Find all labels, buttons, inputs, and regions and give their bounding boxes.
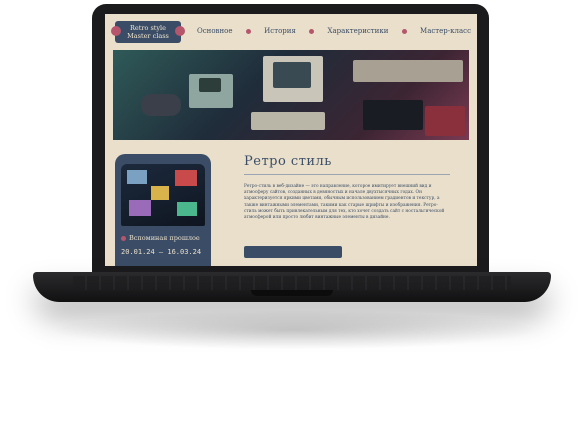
tv-screen-image <box>175 170 197 186</box>
laptop-screen: Retro style Master class Основное Истори… <box>105 14 477 266</box>
laptop-shadow <box>50 310 540 350</box>
tv-screen-image <box>151 186 169 200</box>
logo-dot-right <box>175 26 185 36</box>
synth-keyboard-image <box>353 60 463 82</box>
handheld-screen <box>199 78 221 92</box>
tv-screen-image <box>127 170 147 184</box>
hero-image <box>113 50 469 140</box>
card-label-row: Вспоминая прошлое <box>121 234 200 242</box>
logo-subtitle: Master class <box>127 32 169 40</box>
article-body: Ретро-стиль в веб-дизайне — это направле… <box>244 184 445 221</box>
card-dates: 20.01.24 — 16.03.24 <box>121 248 202 256</box>
event-card[interactable]: Вспоминая прошлое 20.01.24 — 16.03.24 <box>115 154 211 266</box>
laptop-notch <box>251 290 333 296</box>
article-title: Ретро стиль <box>244 154 332 169</box>
tv-screen-image <box>177 202 197 216</box>
nav-item-master-class[interactable]: Мастер-класс <box>420 27 471 35</box>
nav-item-istoriya[interactable]: История <box>264 27 296 35</box>
gamepad-image <box>141 94 181 116</box>
main-nav: Основное История Характеристики Мастер-к… <box>197 27 471 35</box>
title-divider <box>244 174 450 175</box>
nav-separator-dot <box>401 28 407 34</box>
retro-monitor-screen <box>273 62 311 88</box>
radio-device-image <box>363 100 423 130</box>
laptop-mockup: Retro style Master class Основное Истори… <box>0 0 587 430</box>
laptop-keyboard <box>73 276 511 290</box>
card-label: Вспоминая прошлое <box>129 234 200 242</box>
article-button[interactable] <box>244 246 342 258</box>
nav-separator-dot <box>309 28 315 34</box>
red-device-image <box>425 106 465 136</box>
site-header: Retro style Master class Основное Истори… <box>105 14 477 48</box>
card-image <box>121 164 205 226</box>
nav-item-osnovnoe[interactable]: Основное <box>197 27 233 35</box>
nav-separator-dot <box>245 28 251 34</box>
site-logo[interactable]: Retro style Master class <box>111 21 185 43</box>
logo-title: Retro style <box>130 24 166 32</box>
tv-screen-image <box>129 200 151 216</box>
nav-item-harakteristiki[interactable]: Характеристики <box>328 27 389 35</box>
card-label-dot <box>121 235 126 241</box>
laptop-base <box>33 272 551 302</box>
logo-dot-left <box>111 26 121 36</box>
retro-keyboard-image <box>251 112 325 130</box>
